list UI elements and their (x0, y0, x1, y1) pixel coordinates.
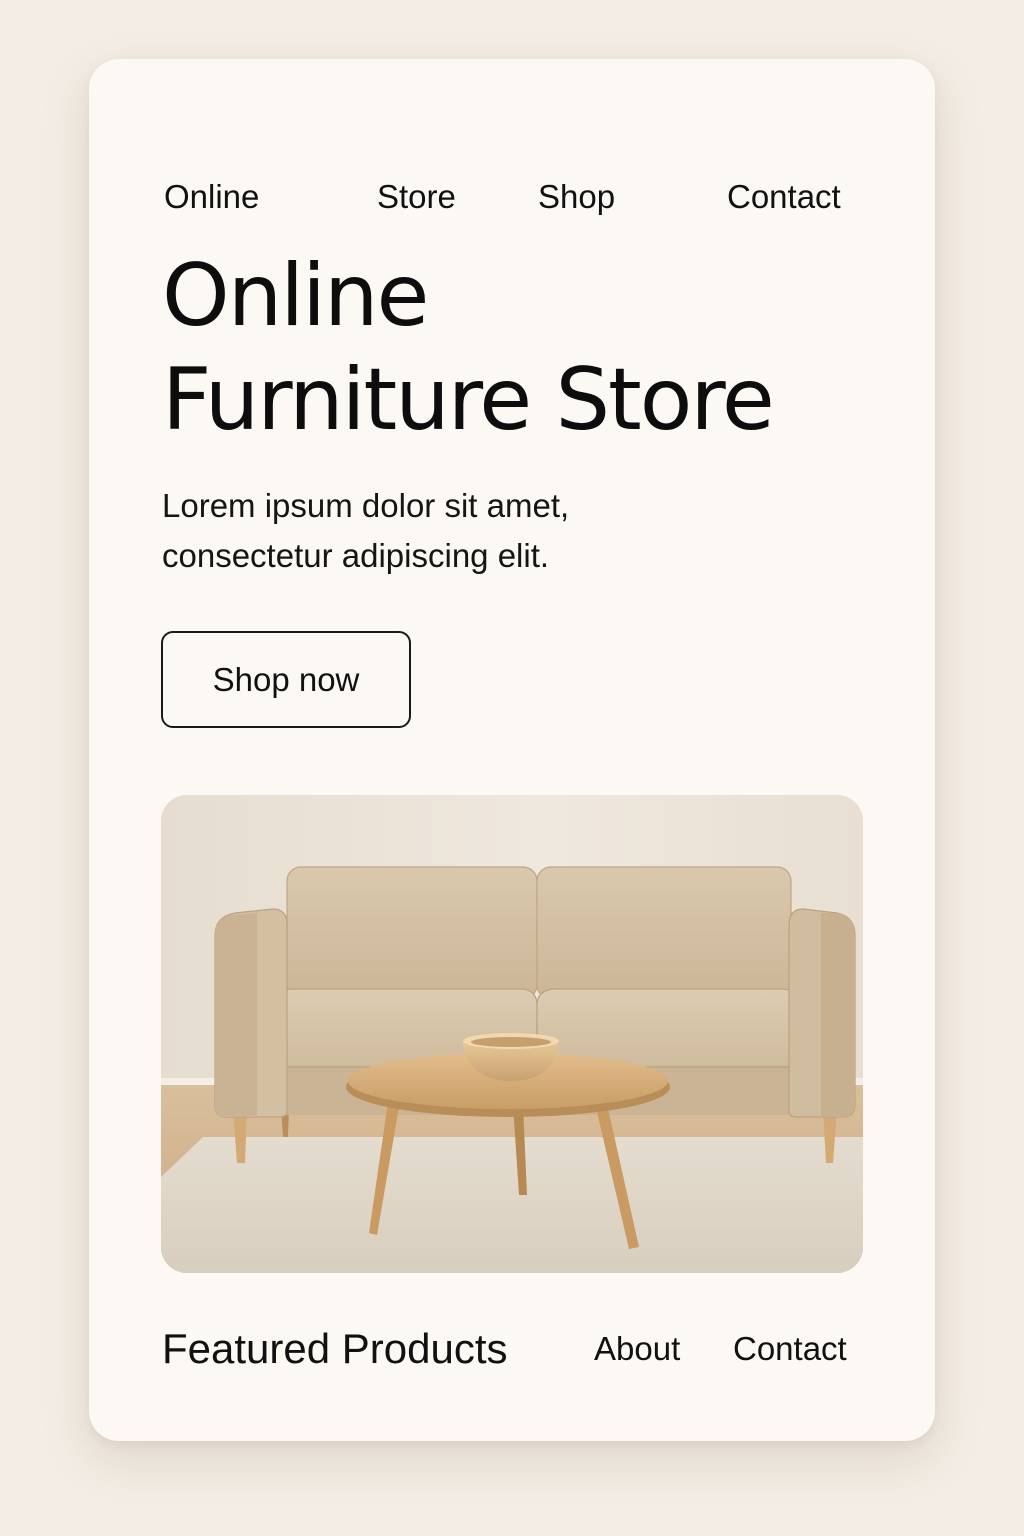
hero-subtitle: Lorem ipsum dolor sit amet, consectetur … (162, 481, 702, 581)
sofa-seat-cushion-right (536, 988, 818, 1068)
bowl-inner (471, 1037, 551, 1047)
sofa-back-cushion-left (286, 866, 538, 1000)
footer-link-about[interactable]: About (594, 1327, 680, 1371)
sofa-arm-left-front (215, 913, 257, 1117)
sofa-arm-right-front (821, 913, 855, 1117)
nav-item-store[interactable]: Store (377, 177, 456, 217)
footer-link-contact[interactable]: Contact (733, 1327, 847, 1371)
page-card: Online Store Shop Contact Online Furnitu… (89, 59, 935, 1441)
featured-products-heading[interactable]: Featured Products (162, 1321, 508, 1377)
shop-now-button[interactable]: Shop now (161, 631, 411, 728)
nav-item-shop[interactable]: Shop (538, 177, 615, 217)
footer-row: Featured Products About Contact (89, 1321, 935, 1377)
hero-subtitle-line-2: consectetur adipiscing elit. (162, 537, 550, 574)
sofa-back-cushion-right (536, 866, 792, 1000)
hero-image-sofa (161, 795, 863, 1273)
nav-item-contact[interactable]: Contact (727, 177, 841, 217)
hero-subtitle-line-1: Lorem ipsum dolor sit amet, (162, 487, 570, 524)
hero-title: Online Furniture Store (162, 244, 775, 452)
hero-title-line-2: Furniture Store (162, 350, 775, 450)
nav-item-online[interactable]: Online (164, 177, 259, 217)
sofa-illustration (161, 795, 863, 1273)
hero-title-line-1: Online (162, 246, 429, 346)
top-nav: Online Store Shop Contact (89, 177, 935, 217)
rug (161, 1137, 863, 1273)
